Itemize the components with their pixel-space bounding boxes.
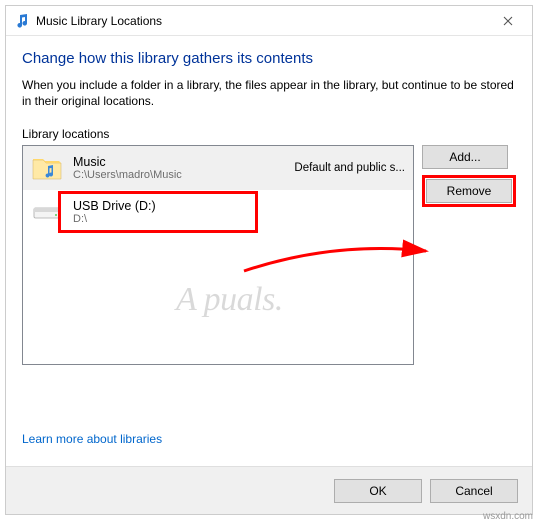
window-title: Music Library Locations bbox=[36, 14, 485, 28]
list-item-music[interactable]: Music C:\Users\madro\Music Default and p… bbox=[23, 146, 413, 190]
location-meta: Default and public s... bbox=[294, 162, 405, 174]
folder-music-icon bbox=[31, 152, 63, 184]
titlebar: Music Library Locations bbox=[6, 6, 532, 36]
drive-icon bbox=[31, 196, 63, 228]
remove-button[interactable]: Remove bbox=[426, 179, 512, 203]
dialog-content: Change how this library gathers its cont… bbox=[6, 36, 532, 466]
row-text: USB Drive (D:) D:\ bbox=[73, 200, 405, 226]
list-item-usb[interactable]: USB Drive (D:) D:\ bbox=[23, 190, 413, 234]
row-text: Music C:\Users\madro\Music bbox=[73, 156, 294, 182]
body-row: Music C:\Users\madro\Music Default and p… bbox=[22, 145, 516, 365]
ok-button[interactable]: OK bbox=[334, 479, 422, 503]
description-text: When you include a folder in a library, … bbox=[22, 77, 516, 109]
cancel-button[interactable]: Cancel bbox=[430, 479, 518, 503]
source-credit: wsxdn.com bbox=[483, 511, 533, 522]
side-buttons: Add... Remove bbox=[422, 145, 516, 365]
location-name: USB Drive (D:) bbox=[73, 200, 405, 214]
add-button[interactable]: Add... bbox=[422, 145, 508, 169]
music-note-icon bbox=[14, 13, 30, 29]
dialog-footer: OK Cancel bbox=[6, 466, 532, 514]
annotation-highlight-remove: Remove bbox=[422, 175, 516, 207]
locations-label: Library locations bbox=[22, 127, 516, 141]
location-name: Music bbox=[73, 156, 294, 170]
location-path: D:\ bbox=[73, 213, 405, 225]
close-button[interactable] bbox=[485, 7, 530, 35]
dialog-window: Music Library Locations Change how this … bbox=[5, 5, 533, 515]
page-heading: Change how this library gathers its cont… bbox=[22, 50, 516, 67]
learn-more-link[interactable]: Learn more about libraries bbox=[22, 432, 516, 446]
location-path: C:\Users\madro\Music bbox=[73, 169, 294, 181]
locations-list[interactable]: Music C:\Users\madro\Music Default and p… bbox=[22, 145, 414, 365]
